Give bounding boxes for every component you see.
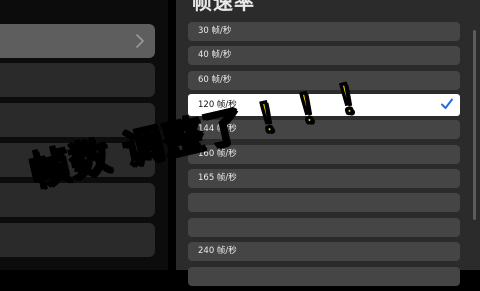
option-label: 40 帧/秒	[198, 50, 232, 61]
option-partial[interactable]	[188, 266, 460, 286]
frame-rate-options: 30 帧/秒 40 帧/秒 60 帧/秒 120 帧/秒 144 帧/秒 160…	[188, 22, 460, 291]
option-30fps[interactable]: 30 帧/秒	[188, 22, 460, 41]
option-240fps[interactable]: 240 帧/秒	[188, 242, 460, 262]
scrollbar[interactable]	[473, 30, 476, 220]
menu-item[interactable]	[0, 63, 155, 97]
option-label: 60 帧/秒	[198, 74, 232, 85]
option-obscured[interactable]	[188, 217, 460, 237]
option-165fps[interactable]: 165 帧/秒	[188, 168, 460, 188]
option-40fps[interactable]: 40 帧/秒	[188, 46, 460, 66]
panel-title: 帧速率	[192, 0, 255, 14]
option-label: 240 帧/秒	[198, 246, 237, 257]
menu-item[interactable]	[0, 223, 155, 257]
chevron-right-icon	[136, 34, 145, 48]
option-obscured[interactable]	[188, 193, 460, 213]
menu-item-selected[interactable]	[0, 24, 155, 58]
checkmark-icon	[441, 98, 453, 110]
option-label: 30 帧/秒	[198, 26, 232, 36]
option-label: 165 帧/秒	[198, 172, 237, 183]
